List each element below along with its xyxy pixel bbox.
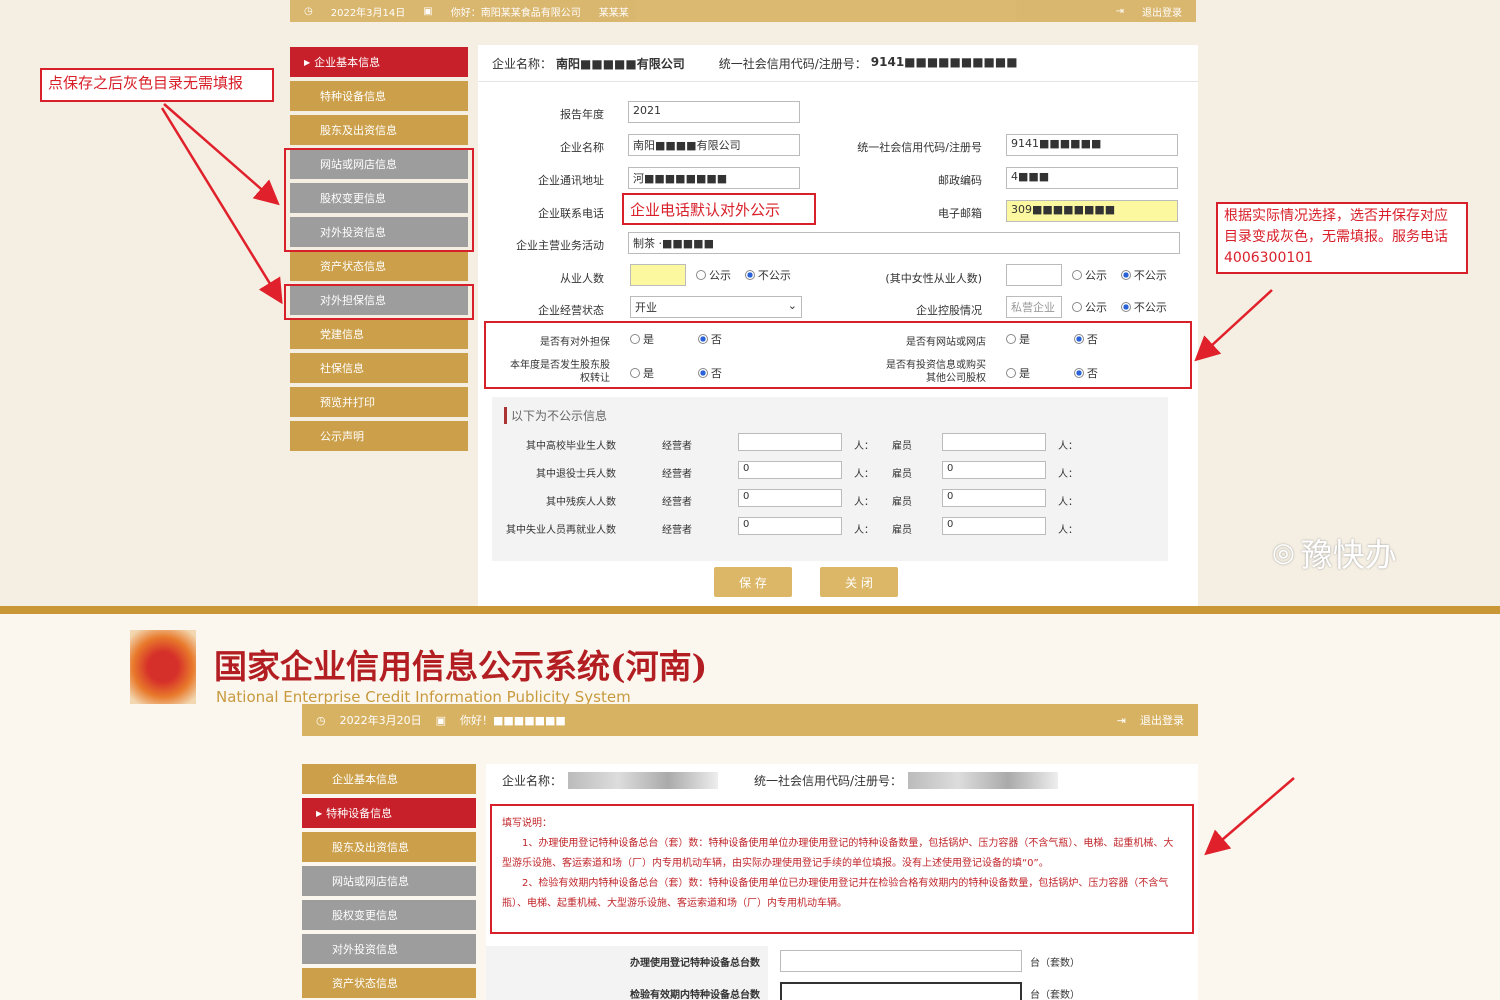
arrow-to-gray-menu-2 <box>160 107 283 305</box>
arrow-to-instructions <box>1204 777 1295 856</box>
annotation-arrows <box>160 103 1295 856</box>
arrow-to-gray-menu-1 <box>163 103 280 206</box>
arrow-to-yes-no <box>1194 289 1273 362</box>
